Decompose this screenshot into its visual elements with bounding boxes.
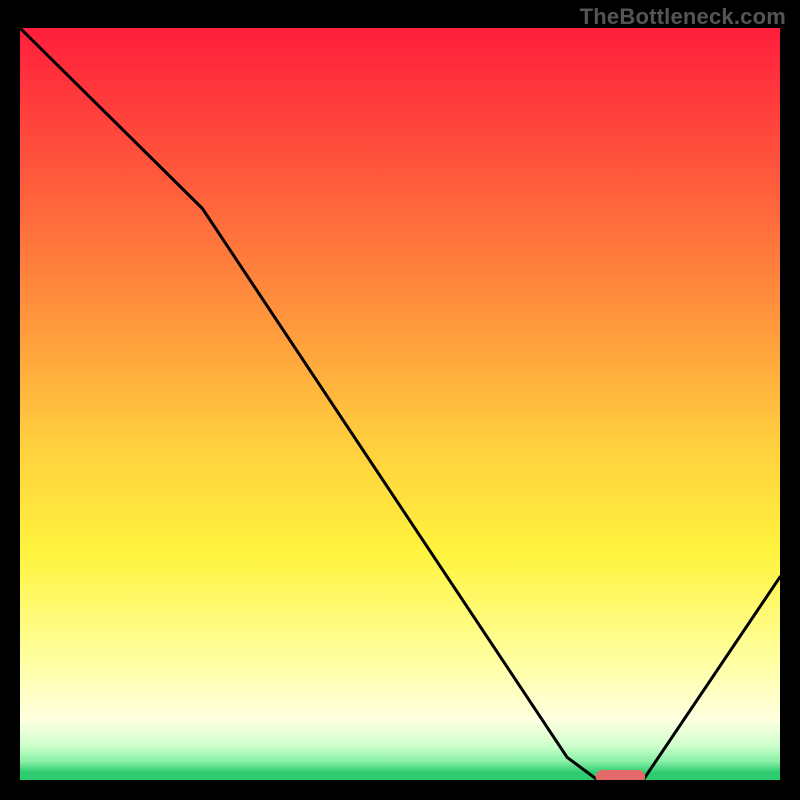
attribution-text: TheBottleneck.com — [580, 4, 786, 30]
plot-area — [20, 28, 780, 780]
chart-container: TheBottleneck.com — [0, 0, 800, 800]
chart-svg — [20, 28, 780, 780]
optimum-marker — [596, 770, 646, 780]
